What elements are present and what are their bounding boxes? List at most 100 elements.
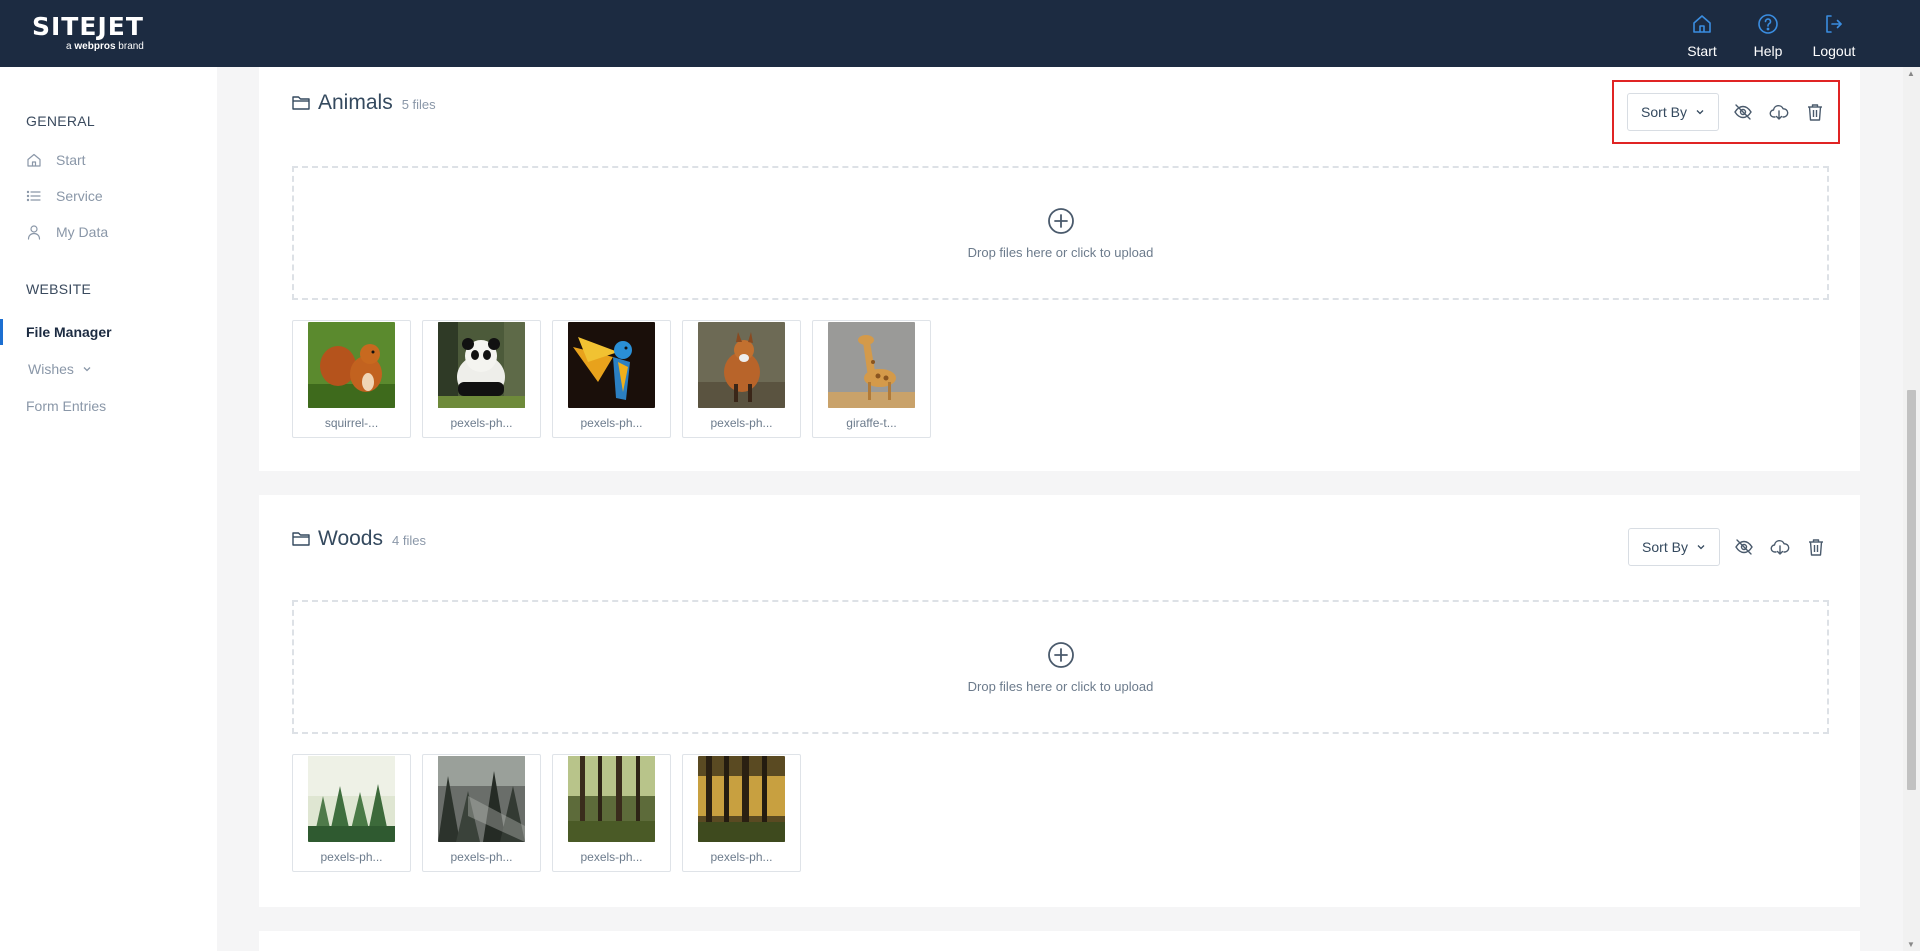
header-start-label: Start [1687,43,1717,59]
sidebar-item-label: Form Entries [26,398,107,414]
file-thumbnail[interactable]: giraffe-t... [812,320,931,438]
folder-icon [292,532,310,546]
sort-by-button[interactable]: Sort By [1627,93,1719,131]
sidebar-item-label: Service [56,188,103,204]
file-thumbnail[interactable]: pexels-ph... [552,320,671,438]
sidebar-item-label: Start [56,152,86,168]
help-icon [1758,14,1778,34]
scroll-up-icon[interactable]: ▲ [1907,69,1915,78]
header-start-button[interactable]: Start [1680,12,1724,59]
add-circle-icon [1047,641,1074,668]
logo-sub-prefix: a [66,41,72,52]
eye-off-icon[interactable] [1733,102,1753,122]
chevron-down-icon [1697,545,1705,550]
logo-text: SITEJET [32,12,144,41]
logo-sub-brand: webpros [74,41,116,52]
folder-title: Animals 5 files [292,91,436,115]
file-thumbnail[interactable]: pexels-ph... [422,754,541,872]
sidebar-item-service[interactable]: Service [26,188,103,204]
sidebar-item-form-entries[interactable]: Form Entries [26,398,106,414]
parrot-image [568,322,655,408]
file-thumbnail[interactable]: pexels-ph... [682,320,801,438]
page-scrollbar[interactable]: ▲ ▼ [1903,67,1920,951]
sidebar-section-website: WEBSITE [26,281,92,297]
panda-image [438,322,525,408]
dropzone-text: Drop files here or click to upload [967,244,1154,260]
file-count: 5 files [401,97,436,112]
chevron-down-icon [83,367,91,372]
foggy-forest-image [438,756,525,842]
sunlit-forest-image [568,756,655,842]
sidebar-item-label: Wishes [28,361,74,377]
folder-toolbar: Sort By [1628,528,1826,566]
file-name: pexels-ph... [450,416,513,430]
squirrel-image [308,322,395,408]
file-name: pexels-ph... [450,850,513,864]
file-thumbnail[interactable]: pexels-ph... [422,320,541,438]
list-icon [26,190,41,202]
file-list: pexels-ph... pexels-ph... pexels-ph... p… [292,754,801,872]
sidebar: GENERAL Start Service My Data WEBSITE Fi… [0,67,217,951]
scroll-down-icon[interactable]: ▼ [1907,940,1915,949]
file-thumbnail[interactable]: pexels-ph... [292,754,411,872]
scroll-thumb[interactable] [1907,390,1916,790]
logo-sub-suffix: brand [118,41,144,52]
file-name: pexels-ph... [710,850,773,864]
logout-icon [1826,15,1842,33]
file-thumbnail[interactable]: pexels-ph... [682,754,801,872]
home-icon [27,153,41,167]
file-name: squirrel-... [324,416,379,430]
header-nav: Start Help Logout [1680,12,1856,59]
file-thumbnail[interactable]: pexels-ph... [552,754,671,872]
file-name: pexels-ph... [320,850,383,864]
folder-name: Woods [318,527,383,550]
file-name: giraffe-t... [846,416,897,430]
sitejet-logo[interactable]: SITEJET a webpros brand [32,12,144,53]
dropzone-text: Drop files here or click to upload [967,678,1154,694]
upload-dropzone[interactable]: Drop files here or click to upload [292,600,1829,734]
sidebar-item-wishes[interactable]: Wishes [28,361,92,377]
cloud-download-icon[interactable] [1770,537,1790,557]
user-icon [27,225,41,240]
trash-icon[interactable] [1806,537,1826,557]
fox-image [698,322,785,408]
top-bar: SITEJET a webpros brand Start Help Logou… [0,0,1920,67]
header-help-button[interactable]: Help [1746,12,1790,59]
cloud-download-icon[interactable] [1769,102,1789,122]
file-count: 4 files [391,533,426,548]
file-list: squirrel-... pexels-ph... pexels-ph... p… [292,320,931,438]
eye-off-icon[interactable] [1734,537,1754,557]
chevron-down-icon [1696,110,1704,115]
sidebar-item-start[interactable]: Start [26,152,86,168]
sidebar-item-label: File Manager [26,324,112,340]
home-icon [1693,15,1711,33]
header-logout-label: Logout [1812,43,1856,59]
upload-dropzone[interactable]: Drop files here or click to upload [292,166,1829,300]
sidebar-item-file-manager[interactable]: File Manager [26,324,112,340]
folder-name: Animals [318,91,393,114]
add-circle-icon [1047,207,1074,234]
folder-card-woods: Woods 4 files Sort By Drop files here or… [259,495,1860,907]
logo-subtitle: a webpros brand [32,41,144,52]
golden-forest-image [698,756,785,842]
file-thumbnail[interactable]: squirrel-... [292,320,411,438]
file-name: pexels-ph... [580,416,643,430]
sidebar-section-general: GENERAL [26,113,96,129]
header-logout-button[interactable]: Logout [1812,12,1856,59]
folder-title: Woods 4 files [292,527,426,551]
folder-toolbar: Sort By [1612,80,1840,144]
header-help-label: Help [1753,43,1783,59]
sort-by-label: Sort By [1642,539,1688,555]
folder-card-animals: Animals 5 files Sort By Drop files here … [259,67,1860,471]
sidebar-item-my-data[interactable]: My Data [26,224,108,240]
folder-card-next [259,931,1860,951]
sort-by-button[interactable]: Sort By [1628,528,1720,566]
file-name: pexels-ph... [580,850,643,864]
active-indicator [0,319,3,345]
folder-icon [292,96,310,110]
misty-forest-image [308,756,395,842]
trash-icon[interactable] [1805,102,1825,122]
file-name: pexels-ph... [710,416,773,430]
sort-by-label: Sort By [1641,104,1687,120]
giraffe-image [828,322,915,408]
